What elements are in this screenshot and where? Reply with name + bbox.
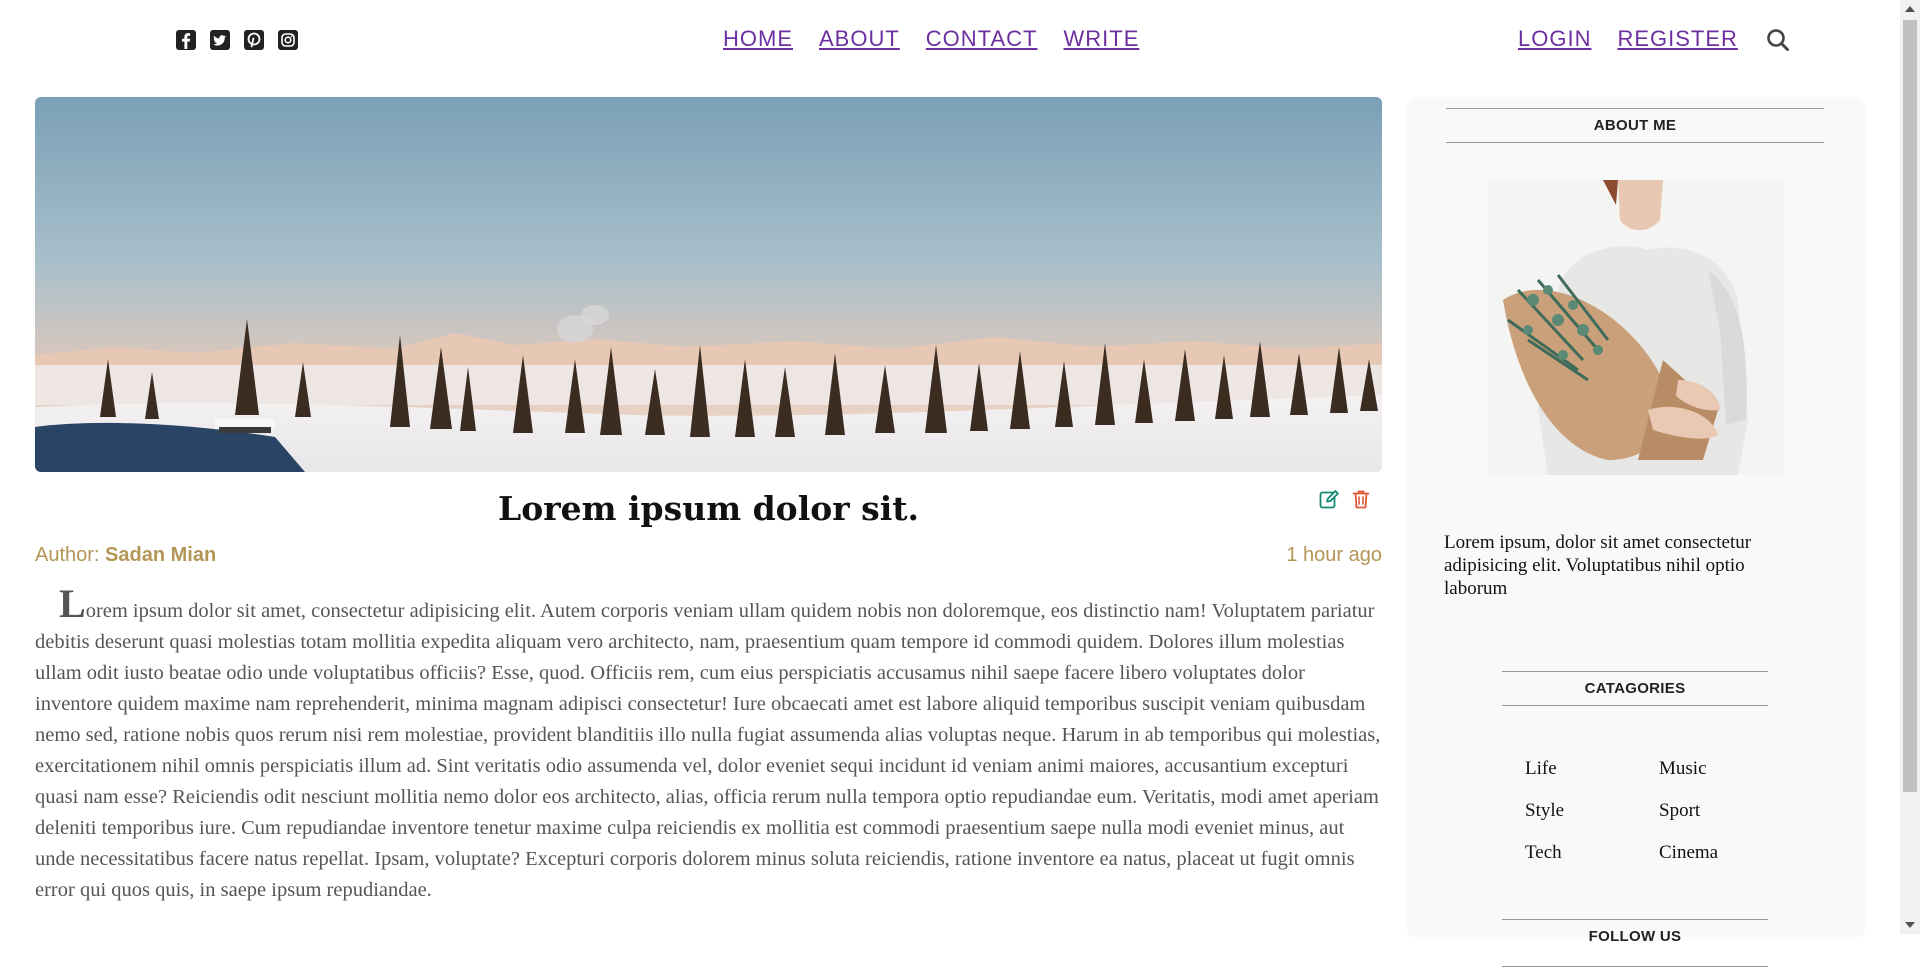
drop-cap: L <box>59 581 86 626</box>
post-body: Lorem ipsum dolor sit amet, consectetur … <box>35 584 1382 906</box>
about-me-photo <box>1488 180 1784 475</box>
post-actions <box>1318 488 1372 510</box>
category-life[interactable]: Life <box>1525 757 1659 781</box>
post-title-row: Lorem ipsum dolor sit. <box>35 484 1382 542</box>
nav-home-link[interactable]: HOME <box>723 24 793 54</box>
category-tech[interactable]: Tech <box>1525 841 1659 865</box>
post-cover-image <box>35 97 1382 472</box>
nav-about-link[interactable]: ABOUT <box>819 24 900 54</box>
social-links <box>175 29 299 51</box>
scroll-down-arrow-icon[interactable] <box>1900 916 1920 934</box>
edit-icon[interactable] <box>1318 488 1340 510</box>
about-me-text: Lorem ipsum, dolor sit amet consectetur … <box>1444 532 1752 599</box>
categories-title: CATAGORIES <box>1502 671 1768 706</box>
auth-nav: LOGIN REGISTER <box>1518 24 1738 54</box>
trash-icon[interactable] <box>1350 488 1372 510</box>
nav-write-link[interactable]: WRITE <box>1064 24 1140 54</box>
post-meta: Author: Sadan Mian 1 hour ago <box>35 540 1382 570</box>
post-date: 1 hour ago <box>1286 544 1382 566</box>
category-music[interactable]: Music <box>1659 757 1765 781</box>
facebook-icon[interactable] <box>175 29 197 51</box>
scroll-up-arrow-icon[interactable] <box>1900 0 1920 18</box>
pinterest-icon[interactable] <box>243 29 265 51</box>
categories-list: Life Music Style Sport Tech Cinema <box>1525 757 1765 865</box>
post-author: Author: Sadan Mian <box>35 540 216 570</box>
scroll-thumb[interactable] <box>1903 20 1917 792</box>
post-title: Lorem ipsum dolor sit. <box>498 489 919 528</box>
top-bar: HOME ABOUT CONTACT WRITE LOGIN REGISTER <box>0 0 1900 80</box>
about-me-title: ABOUT ME <box>1446 108 1824 143</box>
nav-register-link[interactable]: REGISTER <box>1617 24 1737 54</box>
instagram-icon[interactable] <box>277 29 299 51</box>
page-scrollbar[interactable] <box>1900 0 1920 934</box>
twitter-icon[interactable] <box>209 29 231 51</box>
category-style[interactable]: Style <box>1525 799 1659 823</box>
single-post: Lorem ipsum dolor sit. Author: Sadan Mia… <box>35 97 1382 927</box>
sidebar: ABOUT ME Lorem ipsum, dolor sit amet con… <box>1407 97 1865 967</box>
category-cinema[interactable]: Cinema <box>1659 841 1765 865</box>
category-sport[interactable]: Sport <box>1659 799 1765 823</box>
nav-login-link[interactable]: LOGIN <box>1518 24 1591 54</box>
search-icon[interactable] <box>1765 27 1791 53</box>
post-body-text: orem ipsum dolor sit amet, consectetur a… <box>35 600 1381 901</box>
author-name-link[interactable]: Sadan Mian <box>105 544 216 566</box>
main-nav: HOME ABOUT CONTACT WRITE <box>723 24 1139 54</box>
nav-contact-link[interactable]: CONTACT <box>926 24 1038 54</box>
author-label: Author: <box>35 544 100 566</box>
follow-us-title: FOLLOW US <box>1502 919 1768 967</box>
